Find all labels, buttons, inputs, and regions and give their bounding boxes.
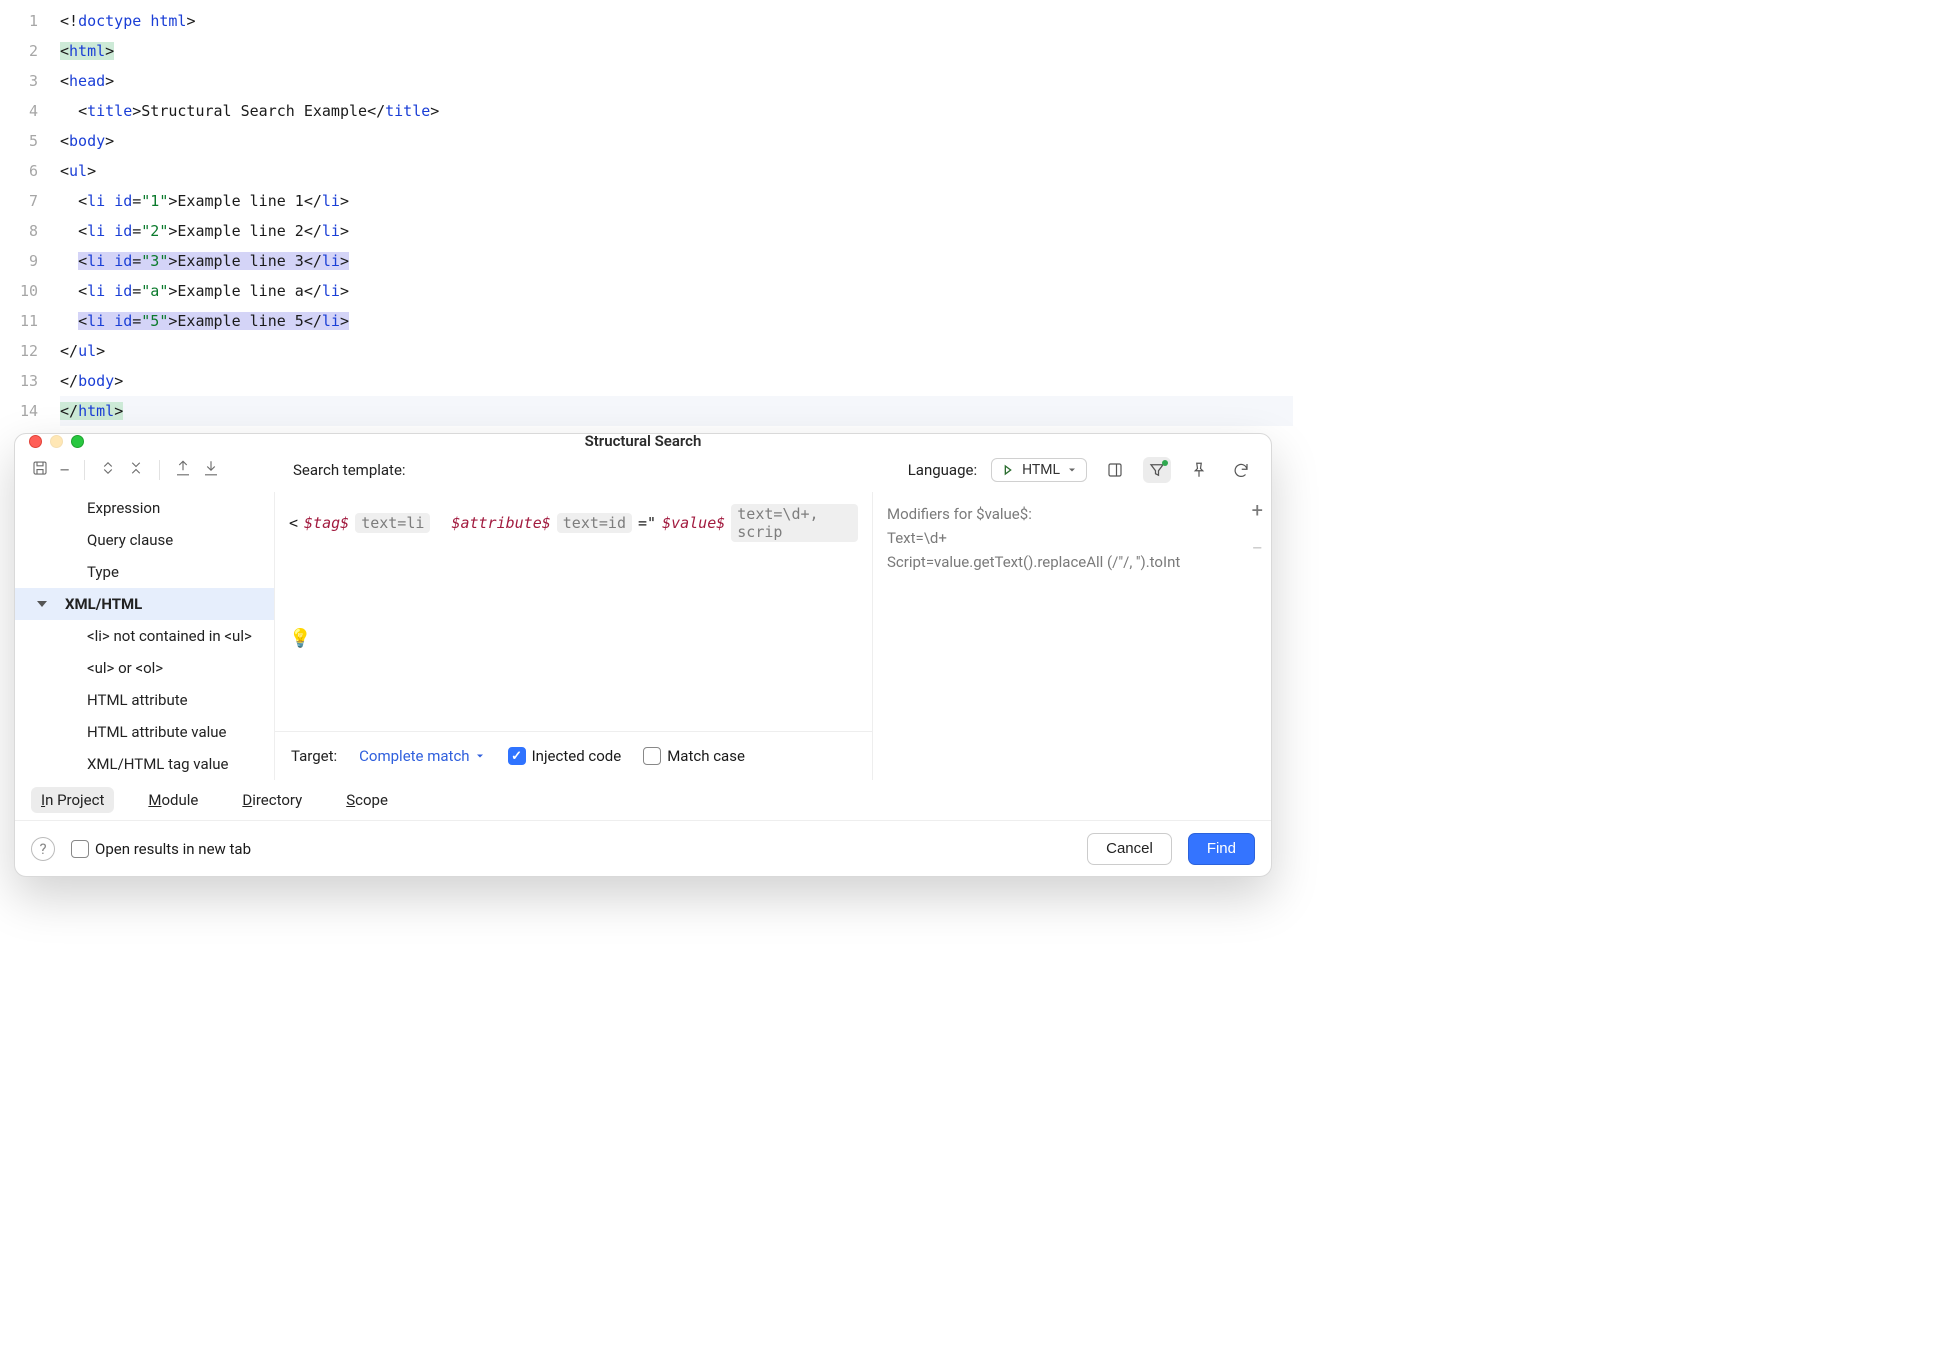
code-line[interactable]: </ul> — [60, 336, 1293, 366]
cancel-button[interactable]: Cancel — [1087, 833, 1172, 865]
code-line[interactable]: <li id="3">Example line 3</li> — [60, 246, 1293, 276]
pill-attribute: text=id — [557, 513, 632, 533]
refresh-button[interactable] — [1227, 457, 1255, 483]
layout-toggle-button[interactable] — [1101, 457, 1129, 483]
sidebar-group-xml-html[interactable]: XML/HTML — [15, 588, 274, 620]
sidebar-toolbar: − — [15, 458, 275, 482]
scope-tab[interactable]: Directory — [232, 787, 312, 813]
pill-tag: text=li — [355, 513, 430, 533]
template-category-sidebar[interactable]: ExpressionQuery clauseTypeXML/HTML<li> n… — [15, 492, 275, 780]
find-button[interactable]: Find — [1188, 833, 1255, 865]
line-number: 6 — [0, 156, 60, 186]
sidebar-item[interactable]: Type — [15, 556, 274, 588]
line-number: 3 — [0, 66, 60, 96]
code-line[interactable]: </body> — [60, 366, 1293, 396]
code-line[interactable]: <title>Structural Search Example</title> — [60, 96, 1293, 126]
line-number: 13 — [0, 366, 60, 396]
sidebar-item[interactable]: XML/HTML tag value — [15, 748, 274, 780]
match-case-label: Match case — [667, 747, 745, 765]
titlebar: Structural Search — [15, 434, 1271, 448]
code-line[interactable]: <body> — [60, 126, 1293, 156]
code-line[interactable]: <li id="a">Example line a</li> — [60, 276, 1293, 306]
language-value: HTML — [1022, 462, 1060, 478]
export-icon[interactable] — [174, 459, 192, 481]
pin-button[interactable] — [1185, 457, 1213, 483]
target-label: Target: — [291, 747, 337, 765]
sidebar-item[interactable]: HTML attribute — [15, 684, 274, 716]
open-results-label: Open results in new tab — [95, 840, 251, 858]
language-label: Language: — [908, 461, 977, 479]
remove-modifier-icon[interactable]: − — [1252, 536, 1263, 560]
collapse-all-icon[interactable] — [127, 459, 145, 481]
line-number: 9 — [0, 246, 60, 276]
target-selector[interactable]: Complete match — [359, 747, 485, 765]
scope-tab[interactable]: In Project — [31, 787, 114, 813]
search-template-label: Search template: — [293, 461, 406, 479]
match-case-checkbox[interactable]: Match case — [643, 747, 745, 765]
line-number: 14 — [0, 396, 60, 426]
modifier-line: Text=\d+ — [887, 526, 1267, 550]
line-number: 7 — [0, 186, 60, 216]
code-line[interactable]: <li id="5">Example line 5</li> — [60, 306, 1293, 336]
code-line[interactable]: <ul> — [60, 156, 1293, 186]
injected-code-label: Injected code — [532, 747, 622, 765]
scope-tab[interactable]: Scope — [336, 787, 398, 813]
var-tag: $tag$ — [304, 514, 349, 532]
open-results-checkbox[interactable]: Open results in new tab — [71, 840, 251, 858]
remove-template-icon[interactable]: − — [59, 458, 70, 482]
filter-active-indicator — [1162, 460, 1168, 466]
save-template-icon[interactable] — [31, 459, 49, 481]
code-line[interactable]: <head> — [60, 66, 1293, 96]
sidebar-item[interactable]: HTML attribute value — [15, 716, 274, 748]
center-pane: <$tag$ text=li $attribute$ text=id ="$va… — [275, 492, 873, 780]
line-number: 4 — [0, 96, 60, 126]
gutter: 1234567891011121314 — [0, 0, 60, 426]
dialog-title: Structural Search — [15, 433, 1271, 450]
structural-search-dialog: Structural Search − Search template: Lan… — [14, 433, 1272, 877]
chevron-down-icon — [474, 750, 486, 762]
add-modifier-icon[interactable]: + — [1252, 498, 1263, 522]
template-editor[interactable]: <$tag$ text=li $attribute$ text=id ="$va… — [275, 492, 872, 731]
import-icon[interactable] — [202, 459, 220, 481]
scope-tabs: In Project Module Directory Scope — [15, 780, 1271, 820]
pill-value: text=\d+, scrip — [731, 504, 858, 542]
chevron-down-icon — [1066, 464, 1078, 476]
modifiers-title: Modifiers for $value$: — [887, 502, 1267, 526]
line-number: 2 — [0, 36, 60, 66]
line-number: 11 — [0, 306, 60, 336]
sidebar-item[interactable]: Expression — [15, 492, 274, 524]
expand-all-icon[interactable] — [99, 459, 117, 481]
var-attribute: $attribute$ — [451, 514, 550, 532]
line-number: 10 — [0, 276, 60, 306]
injected-code-checkbox[interactable]: Injected code — [508, 747, 622, 765]
var-value: $value$ — [662, 514, 725, 532]
language-selector[interactable]: HTML — [991, 458, 1087, 482]
line-number: 8 — [0, 216, 60, 246]
sidebar-item[interactable]: Query clause — [15, 524, 274, 556]
literal-eq: =" — [638, 514, 656, 532]
help-icon[interactable]: ? — [31, 837, 55, 861]
line-number: 5 — [0, 126, 60, 156]
code-line[interactable]: <li id="1">Example line 1</li> — [60, 186, 1293, 216]
code-line[interactable]: </html> — [60, 396, 1293, 426]
filter-button[interactable] — [1143, 457, 1171, 483]
modifier-line: Script=value.getText().replaceAll (/"/, … — [887, 550, 1267, 574]
line-number: 12 — [0, 336, 60, 366]
modifiers-pane: Modifiers for $value$: Text=\d+Script=va… — [873, 492, 1271, 780]
sidebar-item[interactable]: <li> not contained in <ul> — [15, 620, 274, 652]
code-line[interactable]: <li id="2">Example line 2</li> — [60, 216, 1293, 246]
editor-area: 1234567891011121314 <!doctype html><html… — [0, 0, 1293, 426]
code-line[interactable]: <!doctype html> — [60, 6, 1293, 36]
code[interactable]: <!doctype html><html><head> <title>Struc… — [60, 0, 1293, 426]
code-line[interactable]: <html> — [60, 36, 1293, 66]
scope-tab[interactable]: Module — [138, 787, 208, 813]
target-value: Complete match — [359, 747, 469, 765]
line-number: 1 — [0, 6, 60, 36]
sidebar-item[interactable]: <ul> or <ol> — [15, 652, 274, 684]
intention-bulb-icon[interactable]: 💡 — [289, 628, 311, 649]
